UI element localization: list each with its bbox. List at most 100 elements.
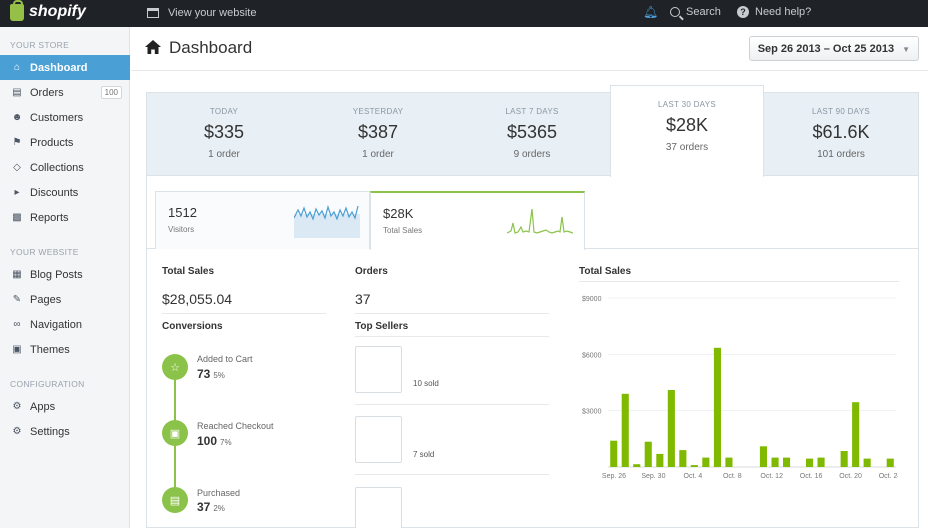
funnel-step-count: 100: [197, 434, 218, 448]
funnel-step-value: 100 7%: [197, 434, 232, 448]
sidebar-item-label: Blog Posts: [30, 268, 83, 281]
sidebar-item-navigation[interactable]: ∞ Navigation: [0, 312, 130, 337]
divider: [355, 336, 549, 337]
view-website-link[interactable]: View your website: [147, 7, 256, 19]
tab-total-sales[interactable]: $28K Total Sales: [370, 191, 585, 250]
sidebar-item-orders[interactable]: ▤ Orders 100: [0, 80, 130, 105]
chart-bar[interactable]: [621, 393, 629, 467]
product-thumbnail[interactable]: [355, 416, 402, 463]
sidebar-item-collections[interactable]: ◇ Collections: [0, 155, 130, 180]
sidebar-item-dashboard[interactable]: ⌂ Dashboard: [0, 55, 130, 80]
date-range-picker[interactable]: Sep 26 2013 – Oct 25 2013 ▼: [748, 36, 919, 61]
sales-bar-chart: $9000 $6000 $3000 Sep. 26 Sep. 30 Oct. 4 Oct. …: [582, 296, 898, 480]
sidebar-item-apps[interactable]: ⚙ Apps: [0, 394, 130, 419]
stat-orders: 1 order: [208, 149, 240, 160]
sidebar-item-pages[interactable]: ✎ Pages: [0, 287, 130, 312]
chart-bar[interactable]: [817, 457, 825, 467]
sales-sparkline: [507, 208, 573, 234]
shopify-logo[interactable]: shopify: [10, 0, 86, 21]
chart-bar[interactable]: [633, 464, 641, 467]
funnel-step-value: 73 5%: [197, 367, 225, 381]
funnel-step-pct: 7%: [220, 438, 232, 447]
y-tick-label: $3000: [582, 409, 602, 416]
chart-bar[interactable]: [644, 441, 652, 467]
stat-orders: 101 orders: [817, 149, 865, 160]
orders-count-badge: 100: [100, 86, 122, 99]
sidebar-item-label: Settings: [30, 425, 70, 438]
chart-bar[interactable]: [759, 446, 767, 467]
stat-today[interactable]: TODAY $335 1 order: [147, 93, 301, 176]
stat-value: $335: [203, 122, 245, 142]
shopping-bag-icon: [10, 0, 24, 21]
stat-last-7-days[interactable]: LAST 7 DAYS $5365 9 orders: [455, 93, 609, 176]
chart-bar[interactable]: [852, 402, 860, 467]
chart-bar[interactable]: [667, 390, 675, 467]
chart-bar[interactable]: [806, 458, 814, 467]
divider: [355, 404, 549, 405]
sidebar-item-reports[interactable]: ▩ Reports: [0, 205, 130, 230]
sidebar-item-customers[interactable]: ☻ Customers: [0, 105, 130, 130]
search-button[interactable]: Search: [670, 6, 721, 18]
total-sales-value: $28,055.04: [162, 291, 233, 307]
sidebar-item-label: Discounts: [30, 186, 79, 199]
inbox-icon: ▤: [12, 87, 22, 98]
sidebar-item-label: Navigation: [30, 318, 82, 331]
section-label-configuration: CONFIGURATION: [10, 379, 85, 389]
x-tick-label: Sep. 26: [602, 473, 626, 480]
funnel-step-pct: 2%: [213, 504, 225, 513]
stat-label: LAST 90 DAYS: [812, 107, 870, 116]
page-header: Dashboard Sep 26 2013 – Oct 25 2013 ▼: [131, 27, 928, 71]
product-thumbnail[interactable]: [355, 487, 402, 528]
bar-chart-icon: ▩: [12, 212, 22, 223]
product-thumbnail[interactable]: [355, 346, 402, 393]
collections-icon: ◇: [13, 162, 21, 173]
chart-title: Total Sales: [579, 266, 632, 277]
chart-bar[interactable]: [713, 347, 721, 467]
logo-text: shopify: [29, 3, 86, 20]
stat-last-30-days[interactable]: LAST 30 DAYS $28K 37 orders: [610, 85, 764, 177]
top-bar: shopify View your website 🔔︎ Search ? Ne…: [0, 0, 928, 27]
sidebar-item-label: Orders: [30, 86, 64, 99]
sidebar-item-label: Collections: [30, 161, 84, 174]
sidebar-item-themes[interactable]: ▣ Themes: [0, 337, 130, 362]
stat-yesterday[interactable]: YESTERDAY $387 1 order: [301, 93, 455, 176]
notification-bell-icon[interactable]: 🔔︎: [643, 5, 658, 19]
stat-label: LAST 7 DAYS: [505, 107, 559, 116]
view-website-label: View your website: [168, 7, 257, 19]
tab-value: 1512: [168, 205, 197, 220]
visitors-sparkline: [294, 204, 360, 238]
chart-bar[interactable]: [863, 458, 871, 467]
gear-icon: ⚙: [12, 426, 22, 437]
sidebar-item-label: Apps: [30, 400, 56, 413]
chart-bar[interactable]: [783, 457, 791, 467]
date-range-value: Sep 26 2013 – Oct 25 2013: [757, 43, 895, 55]
funnel-step-label: Purchased: [197, 488, 241, 498]
chart-bar[interactable]: [702, 457, 710, 467]
sidebar-item-label: Reports: [30, 211, 69, 224]
section-label-website: YOUR WEBSITE: [10, 247, 79, 257]
chart-bar[interactable]: [886, 458, 894, 467]
chart-bar[interactable]: [840, 451, 848, 467]
sidebar-item-products[interactable]: ⚑ Products: [0, 130, 130, 155]
chart-bar[interactable]: [725, 457, 733, 467]
sidebar-item-label: Customers: [30, 111, 84, 124]
sidebar-item-settings[interactable]: ⚙ Settings: [0, 419, 130, 444]
stat-last-90-days[interactable]: LAST 90 DAYS $61.6K 101 orders: [764, 93, 918, 176]
sidebar-item-blog-posts[interactable]: ▦ Blog Posts: [0, 262, 130, 287]
y-tick-label: $9000: [582, 296, 602, 303]
sidebar-item-discounts[interactable]: ▸ Discounts: [0, 180, 130, 205]
chart-bar[interactable]: [656, 453, 664, 467]
search-icon: [670, 7, 680, 17]
chart-bar[interactable]: [610, 440, 618, 467]
x-tick-label: Oct. 8: [723, 473, 742, 480]
chart-bar[interactable]: [690, 465, 698, 467]
funnel-step-label: Reached Checkout: [197, 421, 274, 431]
chart-bar[interactable]: [679, 450, 687, 467]
x-tick-label: Oct. 12: [760, 473, 783, 480]
tab-visitors[interactable]: 1512 Visitors: [155, 191, 370, 249]
help-button[interactable]: ? Need help?: [737, 6, 811, 18]
chart-bar[interactable]: [771, 457, 779, 467]
funnel-step-pct: 5%: [213, 371, 225, 380]
home-icon: [145, 40, 161, 54]
metric-tabs: 1512 Visitors $28K Total Sales: [147, 191, 918, 250]
